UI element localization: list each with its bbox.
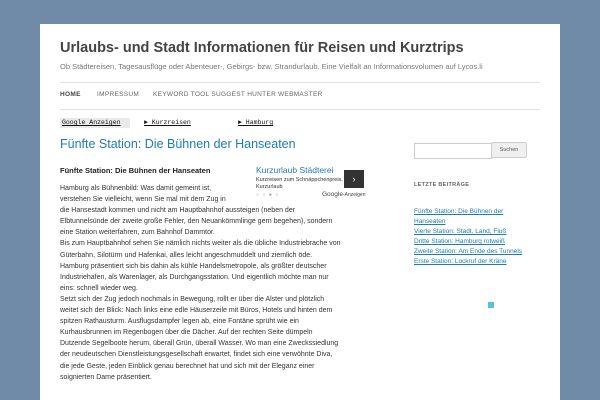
nav-item-home[interactable]: HOME <box>60 91 81 98</box>
recent-post-link[interactable]: Erste Station: Lockruf der Kräne <box>414 257 544 267</box>
nav-item-webmaster[interactable]: WEBMASTER <box>278 91 323 98</box>
post-line: verstehen Sie vielleicht, wenn Sie mal m… <box>60 196 226 204</box>
google-ads-link[interactable]: Google Anzeigen <box>62 119 121 126</box>
recent-post-link[interactable]: Fünfte Station: Die Bühnen der <box>414 207 544 217</box>
site-title[interactable]: Urlaubs- und Stadt Informationen für Rei… <box>60 40 464 56</box>
page-container: Urlaubs- und Stadt Informationen für Rei… <box>40 24 560 400</box>
post-line: Güterbahn, Silotürm und Hafenkai, alles … <box>60 251 313 259</box>
ad-link-kurzreisen-wrap: ► Kurzreisen <box>144 119 191 126</box>
recent-post-link[interactable]: Dritte Station: Hamburg rotweiß <box>414 237 544 247</box>
search-button[interactable]: Suchen <box>491 142 527 158</box>
post-line: Hamburg präsentiert sich bis dahin als k… <box>60 262 327 270</box>
recent-post-link[interactable]: Hanseaten <box>414 217 544 227</box>
post-line: weitet sich der Blick: Nach links eine e… <box>60 307 333 315</box>
google-ads-label: Google Anzeigen <box>62 119 121 126</box>
nav-item-impressum[interactable]: IMPRESSUM <box>97 91 139 98</box>
recent-posts-heading: LETZTE BEITRÄGE <box>414 182 470 188</box>
post-line: Kurhausbrunnen im Regenbogen über die Dä… <box>60 329 313 337</box>
recent-posts-list: Fünfte Station: Die Bühnen der Hanseaten… <box>414 207 544 268</box>
search-input[interactable] <box>414 143 492 159</box>
recent-post-link[interactable]: Vierte Station: Stadt, Land, Fluß <box>414 227 544 237</box>
adchoices-icon[interactable] <box>488 302 494 308</box>
post-line: der neudeutschen Dienstleistungsgesellsc… <box>60 351 333 359</box>
post-line: soignierten Dame präsentiert. <box>60 373 152 381</box>
post-line: Bis zum Hauptbahnhof sehen Sie nämlich n… <box>60 240 341 248</box>
post-line: Dutzende Segelboote herum, überall Grün,… <box>60 340 339 348</box>
main-navigation: HOME IMPRESSUM KEYWORD TOOL SUGGEST HUNT… <box>60 82 540 110</box>
post-line: Elbtunnelsünde der zweite große Fehler, … <box>60 218 333 226</box>
post-subtitle: Fünfte Station: Die Bühnen der Hanseaten <box>60 166 211 175</box>
ad-link-kurzreisen[interactable]: ► Kurzreisen <box>144 119 191 126</box>
post-line: die jede Geste, jeden Einblick genau ber… <box>60 362 315 370</box>
post-line: Setzt sich der Zug jedoch nochmals in Be… <box>60 295 325 303</box>
post-line: Industriehafen, als Warenlager, als Durc… <box>60 273 329 281</box>
recent-post-link[interactable]: Zweite Station: Am Ende des Tunnels <box>414 247 544 257</box>
ad-link-hamburg[interactable]: ► Hamburg <box>238 119 273 126</box>
post-title[interactable]: Fünfte Station: Die Bühnen der Hanseaten <box>60 137 296 151</box>
post-line: Hamburg als Bühnenbild: Was damit gemein… <box>60 185 212 192</box>
nav-item-keyword-tool[interactable]: KEYWORD TOOL SUGGEST HUNTER <box>153 91 276 98</box>
post-body: Hamburg als Bühnenbild: Was damit gemein… <box>60 183 380 383</box>
post-line: spitzen Rathausturm. Ausflugsdampfer leg… <box>60 318 299 326</box>
ad-title[interactable]: Kurzurlaub Städterei <box>256 165 334 175</box>
post-line: eins: schnell wieder weg. <box>60 284 138 292</box>
post-line: die Hansestadt kommen und nicht am Haupt… <box>60 207 296 215</box>
site-description: Ob Städtereisen, Tagesausflüge oder Aben… <box>60 62 483 71</box>
ad-link-hamburg-wrap: ► Hamburg <box>238 119 273 126</box>
post-line: eine Station weiterfahren, zum Bahnhof D… <box>60 229 215 237</box>
